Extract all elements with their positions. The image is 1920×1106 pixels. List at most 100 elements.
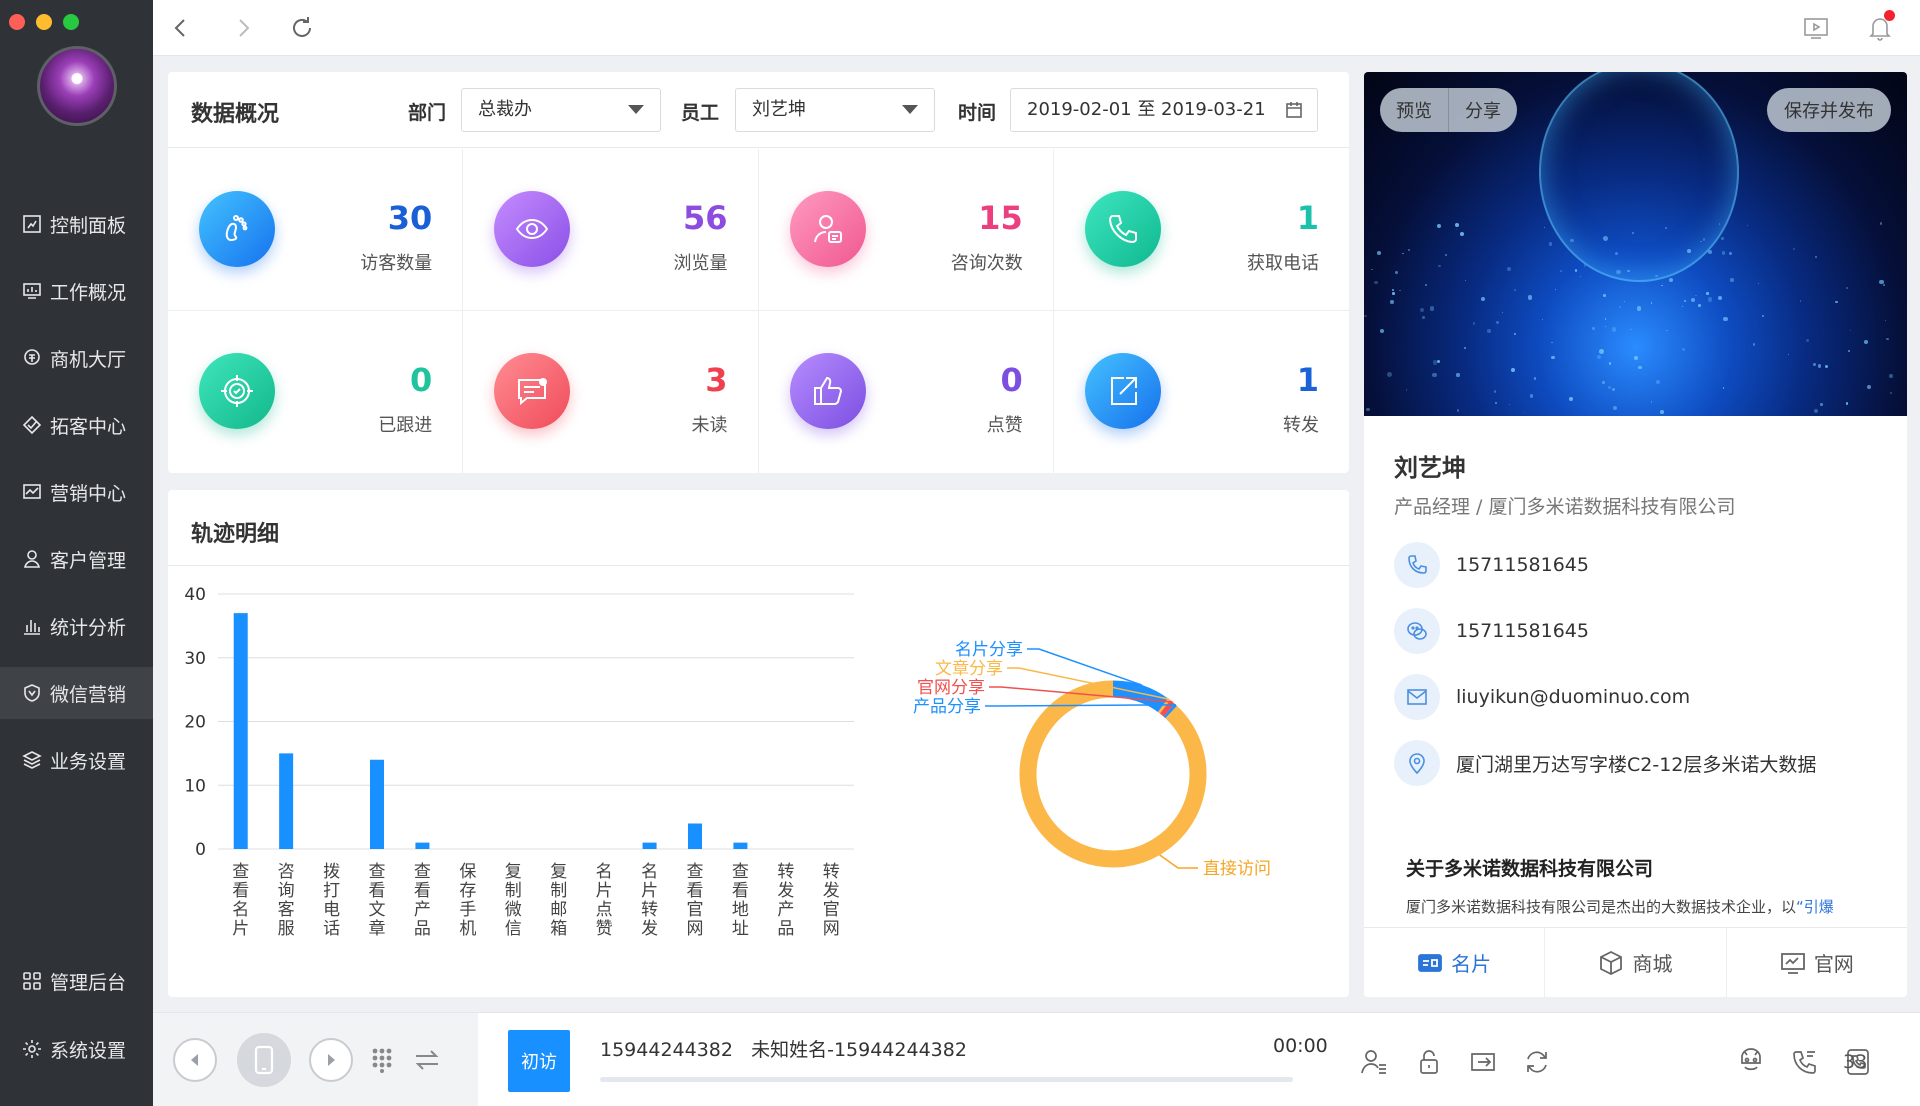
lock-button[interactable] (1412, 1045, 1446, 1079)
stat-consultations[interactable]: 15 咨询次数 (758, 149, 1054, 311)
x-tick-label: 制 (550, 881, 567, 901)
stat-unread[interactable]: 3 未读 (463, 311, 759, 473)
sparkle-dot (1668, 278, 1674, 283)
sidebar-item-marketing[interactable]: 营销中心 (0, 466, 153, 518)
stat-phone-acquired[interactable]: 1 获取电话 (1053, 149, 1349, 311)
x-tick-label: 址 (732, 919, 749, 939)
tab-mall[interactable]: 商城 (1545, 928, 1727, 997)
maximize-window-button[interactable] (63, 14, 79, 30)
refresh-button[interactable] (286, 12, 318, 44)
user-list-icon (1361, 1050, 1386, 1074)
x-tick-label: 产 (414, 900, 431, 920)
stat-value: 3 (705, 361, 728, 399)
preview-button[interactable]: 预览 (1380, 88, 1448, 132)
sidebar-item-business-settings[interactable]: 业务设置 (0, 734, 153, 786)
x-tick-label: 转 (823, 862, 840, 882)
contact-email[interactable]: liuyikun@duominuo.com (1394, 674, 1690, 720)
sidebar-item-statistics[interactable]: 统计分析 (0, 600, 153, 652)
phone-icon (1084, 191, 1161, 267)
stat-label: 浏览量 (673, 253, 728, 274)
sparkle-dot (1559, 269, 1562, 272)
x-tick-label: 保 (459, 862, 476, 882)
tab-website[interactable]: 官网 (1727, 928, 1907, 997)
sparkle-dot (1661, 284, 1663, 287)
sparkle-dot (1882, 283, 1886, 287)
sparkle-dot (1650, 302, 1653, 304)
x-tick-label: 品 (777, 919, 794, 939)
stat-likes[interactable]: 0 点赞 (759, 311, 1054, 473)
sparkle-dot (1814, 255, 1818, 259)
avatar[interactable] (37, 46, 117, 126)
minimize-window-button[interactable] (36, 14, 52, 30)
save-publish-button[interactable]: 保存并发布 (1767, 88, 1891, 132)
sparkle-dot (1402, 252, 1404, 255)
back-button[interactable] (165, 12, 197, 44)
sparkle-dot (1611, 387, 1616, 392)
handset-button[interactable] (237, 1033, 291, 1087)
sparkle-dot (1611, 327, 1617, 332)
stat-followed-up[interactable]: 0 已跟进 (168, 311, 464, 473)
refresh-icon (293, 17, 311, 37)
y-tick-label: 0 (195, 840, 206, 860)
address: 厦门湖里万达写字楼C2-12层多米诺大数据 (1456, 753, 1817, 776)
tab-business-card[interactable]: 名片 (1364, 928, 1546, 997)
stat-forwards[interactable]: 1 转发 (1054, 311, 1349, 473)
sidebar-item-system-settings[interactable]: 系统设置 (0, 1023, 153, 1075)
sidebar-item-wechat-marketing[interactable]: 微信营销 (0, 667, 153, 719)
sidebar-item-label: 工作概况 (50, 281, 127, 304)
forward-button[interactable] (227, 12, 259, 44)
first-visit-badge[interactable]: 初访 (508, 1030, 570, 1092)
x-tick-label: 发 (641, 919, 658, 939)
sparkle-dot (1533, 377, 1537, 381)
contact-address[interactable]: 厦门湖里万达写字楼C2-12层多米诺大数据 (1394, 740, 1816, 786)
switch-button[interactable] (410, 1043, 444, 1077)
callback-button[interactable] (1520, 1045, 1554, 1079)
contact-phone[interactable]: 15711581645 (1394, 542, 1589, 588)
transfer-button[interactable] (1466, 1045, 1500, 1079)
sidebar-item-admin[interactable]: 管理后台 (0, 955, 153, 1007)
dialpad-button[interactable] (367, 1045, 397, 1075)
chevron-left-icon (174, 19, 185, 37)
sparkle-dot (1655, 379, 1660, 385)
close-window-button[interactable] (9, 14, 25, 30)
sparkle-dot (1456, 373, 1460, 377)
bar (233, 613, 248, 849)
sparkle-dot (1722, 387, 1725, 390)
notifications-button[interactable] (1864, 10, 1896, 44)
contact-card-button[interactable] (1357, 1045, 1391, 1079)
sparkle-dot (1608, 386, 1612, 389)
gear-icon (22, 1039, 42, 1059)
bar (688, 823, 702, 849)
sidebar-item-customers[interactable]: 客户管理 (0, 533, 153, 585)
prev-button[interactable] (173, 1038, 217, 1082)
sparkle-dot (1886, 337, 1889, 341)
employee-select[interactable]: 刘艺坤 (735, 88, 935, 132)
call-log-button[interactable] (1788, 1045, 1822, 1079)
sidebar-item-opportunity-hall[interactable]: 商机大厅 (0, 332, 153, 384)
sidebar-item-prospecting[interactable]: 拓客中心 (0, 399, 153, 451)
stat-page-views[interactable]: 56 浏览量 (463, 149, 759, 311)
stat-visitors[interactable]: 30 访客数量 (168, 149, 464, 311)
date-range-picker[interactable]: 2019-02-01 至 2019-03-21 (1010, 88, 1318, 132)
contact-wechat[interactable]: 15711581645 (1394, 608, 1589, 654)
sidebar-item-dashboard[interactable]: 控制面板 (0, 198, 153, 250)
play-left-icon (191, 1054, 198, 1066)
y-tick-label: 20 (184, 713, 206, 733)
robot-icon (1741, 1048, 1761, 1071)
x-tick-label: 官 (823, 900, 840, 920)
stat-label: 点赞 (986, 415, 1023, 436)
sparkle-dot (1604, 326, 1606, 328)
sparkle-dot (1863, 339, 1868, 344)
leader-line (985, 704, 1176, 707)
sparkle-dot (1847, 349, 1851, 353)
screen-cast-button[interactable] (1800, 12, 1832, 44)
share-button[interactable]: 分享 (1449, 88, 1517, 132)
next-button[interactable] (309, 1038, 353, 1082)
sparkle-dot (1799, 300, 1802, 302)
user-icon (22, 549, 42, 569)
sidebar-item-work-overview[interactable]: 工作概况 (0, 265, 153, 317)
sparkle-dot (1604, 318, 1606, 320)
robot-button[interactable] (1734, 1045, 1768, 1079)
bar (415, 842, 430, 849)
department-select[interactable]: 总裁办 (461, 88, 661, 132)
